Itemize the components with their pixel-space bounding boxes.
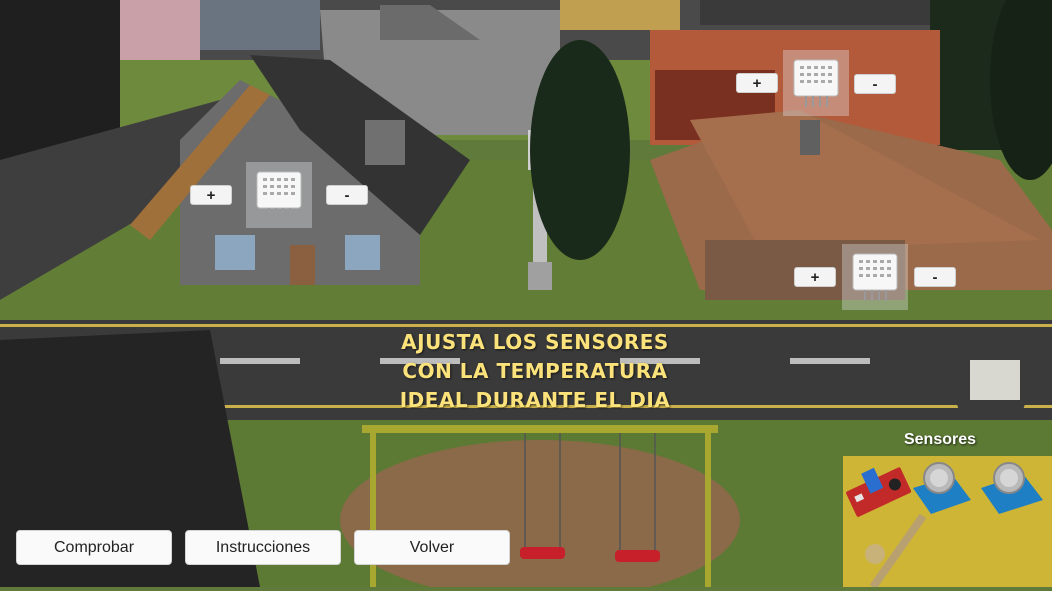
dht-sensor-icon bbox=[852, 253, 898, 301]
gas-sensor-module-icon[interactable] bbox=[913, 462, 971, 514]
increase-sensor-2-button[interactable]: + bbox=[736, 73, 778, 93]
instruction-line-2: CON LA TEMPERATURA bbox=[402, 359, 668, 383]
dht-sensor-icon bbox=[256, 171, 302, 219]
sensor-inventory-panel bbox=[843, 456, 1052, 590]
dht-sensor-icon bbox=[793, 59, 839, 107]
instructions-button[interactable]: Instrucciones bbox=[185, 530, 341, 565]
sensor-panel-title: Sensores bbox=[903, 431, 977, 448]
instruction-text: AJUSTA LOS SENSORES CON LA TEMPERATURA I… bbox=[340, 328, 730, 415]
increase-sensor-1-button[interactable]: + bbox=[190, 185, 232, 205]
check-button[interactable]: Comprobar bbox=[16, 530, 172, 565]
sensor-adjuster-1: + - bbox=[190, 162, 368, 228]
sensor-adjuster-3: + - bbox=[794, 244, 956, 310]
sound-sensor-module-icon[interactable] bbox=[843, 458, 912, 518]
sensor-panel-art bbox=[843, 458, 1043, 590]
instruction-line-3: IDEAL DURANTE EL DIA bbox=[399, 388, 671, 412]
temperature-sensor-2[interactable] bbox=[783, 50, 849, 116]
decrease-sensor-2-button[interactable]: - bbox=[854, 74, 896, 94]
decrease-sensor-3-button[interactable]: - bbox=[914, 267, 956, 287]
back-button[interactable]: Volver bbox=[354, 530, 510, 565]
instruction-line-1: AJUSTA LOS SENSORES bbox=[401, 330, 669, 354]
temperature-sensor-3[interactable] bbox=[842, 244, 908, 310]
gas-sensor-module-icon[interactable] bbox=[981, 462, 1043, 514]
increase-sensor-3-button[interactable]: + bbox=[794, 267, 836, 287]
sensor-adjuster-2: + - bbox=[736, 50, 896, 116]
temperature-sensor-1[interactable] bbox=[246, 162, 312, 228]
decrease-sensor-1-button[interactable]: - bbox=[326, 185, 368, 205]
